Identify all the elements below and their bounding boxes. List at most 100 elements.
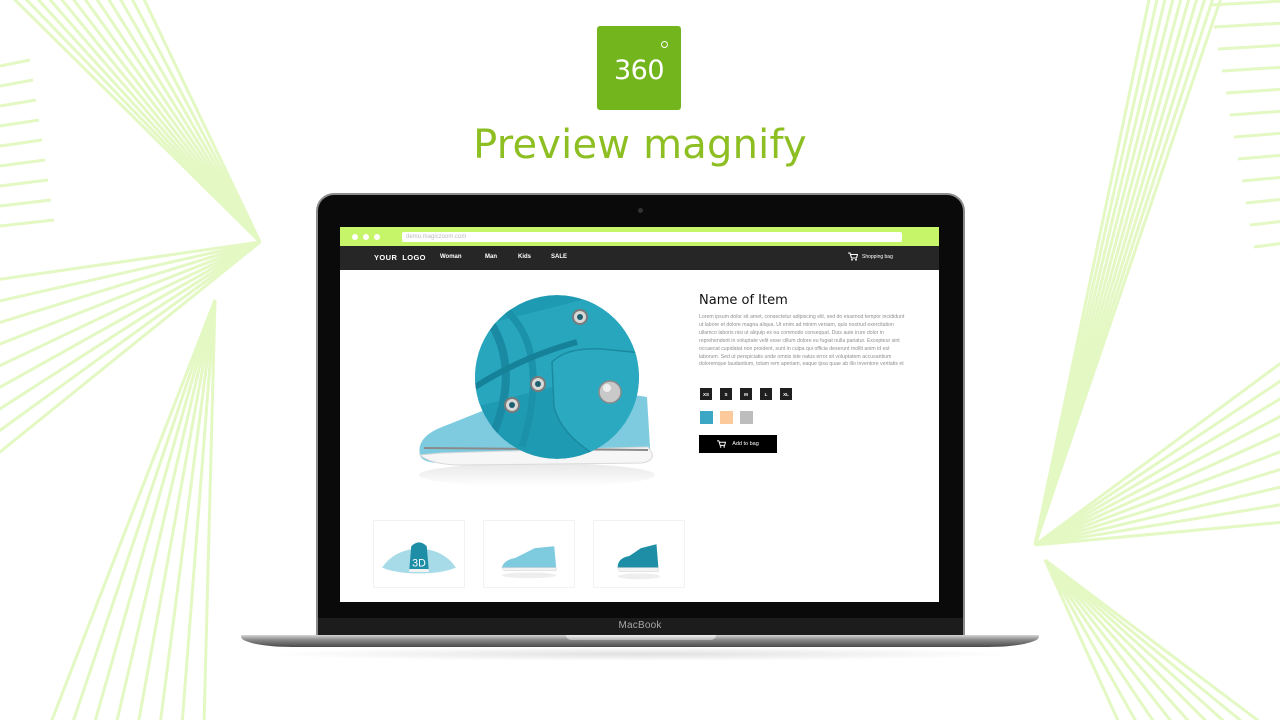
decorative-line [72, 299, 217, 720]
site-logo[interactable]: YOUR LOGO [374, 253, 426, 262]
shopping-bag-link[interactable]: Shopping bag [848, 252, 893, 261]
decorative-line [119, 0, 262, 243]
decorative-line [1213, 21, 1280, 29]
nav-link-man[interactable]: Man [485, 254, 497, 260]
degree-icon [661, 41, 668, 48]
size-option-xl[interactable]: XL [780, 388, 792, 400]
size-option-s[interactable]: S [720, 388, 732, 400]
decorative-line [1033, 0, 1175, 546]
product-image-zoom[interactable] [402, 287, 672, 507]
decorative-line [202, 299, 217, 720]
window-dot-icon[interactable] [363, 234, 369, 240]
window-dot-icon[interactable] [374, 234, 380, 240]
thumbnail-image [617, 544, 661, 580]
decorative-line [1034, 379, 1280, 547]
decorative-line [36, 0, 262, 244]
decorative-line [1229, 109, 1280, 117]
decorative-line [50, 299, 217, 720]
nav-link-sale[interactable]: SALE [551, 254, 567, 260]
decorative-line [0, 240, 261, 303]
shoe-reflection [419, 463, 655, 487]
decorative-line [0, 98, 37, 108]
decorative-line [0, 240, 261, 433]
size-option-l[interactable]: L [760, 388, 772, 400]
decorative-line [1043, 559, 1190, 720]
decorative-line [1044, 558, 1260, 720]
window-dot-icon[interactable] [352, 234, 358, 240]
decorative-line [12, 0, 262, 244]
decorative-line [1043, 559, 1172, 720]
decorative-line [95, 0, 262, 243]
product-image [418, 295, 655, 487]
color-swatch-teal[interactable] [700, 411, 713, 424]
decorative-line [1033, 0, 1214, 546]
size-selector: XS S M L XL [700, 388, 792, 400]
thumbnail-back-view[interactable] [593, 520, 685, 588]
360-logo-badge: 360 [597, 26, 681, 110]
decorative-line [83, 0, 262, 243]
decorative-line [180, 299, 217, 720]
thumbnail-image: 3D [382, 542, 456, 574]
decorative-line [1033, 0, 1159, 546]
shopping-cart-icon [717, 440, 727, 448]
size-option-xs[interactable]: XS [700, 388, 712, 400]
nav-link-kids[interactable]: Kids [518, 254, 531, 260]
decorative-line [1043, 559, 1155, 720]
color-selector [700, 411, 753, 424]
decorative-line [1043, 559, 1120, 720]
decorative-line [137, 299, 217, 720]
laptop-shadow [260, 647, 1020, 661]
decorative-line [0, 240, 261, 281]
shopping-cart-icon [848, 252, 858, 261]
decorative-line [0, 240, 261, 411]
decorative-line [0, 198, 52, 208]
decorative-line [93, 299, 217, 720]
decorative-line [1033, 0, 1207, 546]
decorative-line [0, 178, 49, 188]
color-swatch-gray[interactable] [740, 411, 753, 424]
color-swatch-peach[interactable] [720, 411, 733, 424]
site-nav: YOUR LOGO Woman Man Kids SALE Shopping b… [340, 246, 939, 270]
decorative-line [1034, 503, 1280, 547]
laptop-screen: demo.magiczoom.com YOUR LOGO Woman Man K… [340, 227, 939, 602]
decorative-line [0, 58, 31, 68]
decorative-line [1034, 467, 1280, 547]
decorative-line [142, 0, 262, 243]
decorative-line [1034, 361, 1280, 547]
decorative-line [107, 0, 262, 243]
decorative-line [0, 240, 261, 368]
url-field[interactable]: demo.magiczoom.com [402, 232, 902, 242]
thumbnail-360[interactable]: 3D [373, 520, 465, 588]
decorative-line [71, 0, 262, 243]
decorative-line [1034, 520, 1280, 547]
device-label: MacBook [618, 620, 662, 631]
camera-icon [638, 208, 643, 213]
decorative-line [1043, 558, 1225, 720]
decorative-line [1253, 242, 1280, 249]
decorative-line [1241, 175, 1280, 183]
decorative-line [1249, 220, 1280, 227]
decorative-line [0, 240, 261, 454]
decorative-line [1034, 432, 1280, 547]
decorative-line [0, 218, 55, 228]
decorative-line [115, 299, 217, 720]
3d-badge: 3D [412, 558, 426, 570]
360-logo-text: 360 [613, 54, 665, 86]
decorative-line [1043, 559, 1137, 720]
browser-bar: demo.magiczoom.com [340, 227, 939, 246]
decorative-line [1033, 0, 1199, 546]
decorative-line [1044, 558, 1243, 720]
decorative-line [0, 78, 34, 88]
add-to-bag-button[interactable]: Add to bag [699, 435, 777, 453]
decorative-line [1043, 558, 1208, 720]
size-option-m[interactable]: M [740, 388, 752, 400]
page-headline: Preview magnify [473, 122, 807, 168]
decorative-line [1033, 0, 1151, 546]
decorative-line [0, 240, 261, 389]
decorative-line [1209, 0, 1280, 7]
nav-link-woman[interactable]: Woman [440, 254, 462, 260]
decorative-line [1225, 87, 1280, 95]
decorative-line [0, 240, 261, 325]
thumbnail-side-view[interactable] [483, 520, 575, 588]
decorative-line [1033, 0, 1167, 546]
